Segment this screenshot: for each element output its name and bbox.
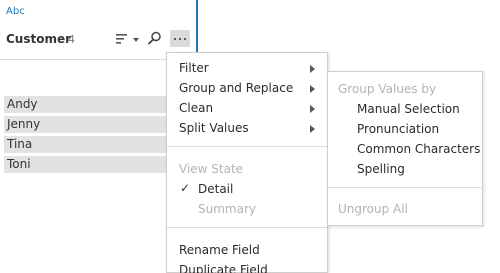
menu-item-duplicate-field[interactable]: Duplicate Field [167,260,327,273]
submenu-item-common-characters[interactable]: Common Characters [328,139,482,159]
submenu-item-label: Common Characters [357,142,481,156]
chevron-right-icon [310,105,315,113]
list-item[interactable]: Jenny [4,116,166,133]
chevron-down-icon[interactable] [133,38,139,42]
submenu-divider [328,187,482,188]
menu-item-label: Group and Replace [179,81,294,95]
submenu-item-pronunciation[interactable]: Pronunciation [328,119,482,139]
menu-section-view-state: View State [167,159,327,179]
value-label: Toni [7,157,31,171]
menu-item-label: Duplicate Field [179,263,268,273]
check-icon: ✓ [180,181,191,195]
menu-item-clean[interactable]: Clean [167,98,327,118]
menu-item-label: Detail [198,182,234,196]
submenu-item-label: Spelling [357,162,405,176]
more-options-button[interactable] [170,30,190,47]
menu-item-rename-field[interactable]: Rename Field [167,240,327,260]
list-item[interactable]: Andy [4,96,166,113]
value-label: Tina [7,137,33,151]
menu-divider [167,227,327,228]
context-menu: Filter Group and Replace Clean Split Val… [166,52,328,273]
chevron-right-icon [310,85,315,93]
search-icon[interactable] [148,31,162,45]
menu-item-summary: Summary [167,199,327,219]
list-item[interactable]: Toni [4,156,166,173]
menu-item-detail[interactable]: ✓ Detail [167,179,327,199]
submenu-item-manual-selection[interactable]: Manual Selection [328,99,482,119]
chevron-right-icon [310,125,315,133]
field-name[interactable]: Customer [6,32,71,46]
menu-item-filter[interactable]: Filter [167,58,327,78]
menu-item-label: Filter [179,61,209,75]
more-options-icon [174,38,176,40]
data-type-label[interactable]: Abc [6,6,25,17]
menu-section-header: View State [179,162,244,176]
submenu-item-spelling[interactable]: Spelling [328,159,482,179]
submenu-item-label: Pronunciation [357,122,440,136]
value-label: Jenny [7,117,41,131]
submenu-item-ungroup-all: Ungroup All [328,199,482,219]
submenu-section-header: Group Values by [328,79,482,99]
field-value-count: 4 [68,33,75,46]
menu-item-label: Rename Field [179,243,260,257]
menu-item-group-and-replace[interactable]: Group and Replace [167,78,327,98]
menu-item-label: Summary [198,202,256,216]
sort-icon[interactable] [116,33,128,45]
menu-divider [167,146,327,147]
submenu-item-label: Ungroup All [338,202,408,216]
submenu-item-label: Manual Selection [357,102,460,116]
menu-item-label: Split Values [179,121,249,135]
value-label: Andy [7,97,38,111]
group-and-replace-submenu: Group Values by Manual Selection Pronunc… [327,71,483,226]
list-item[interactable]: Tina [4,136,166,153]
submenu-header-label: Group Values by [338,82,437,96]
menu-item-label: Clean [179,101,214,115]
chevron-right-icon [310,65,315,73]
menu-item-split-values[interactable]: Split Values [167,118,327,138]
